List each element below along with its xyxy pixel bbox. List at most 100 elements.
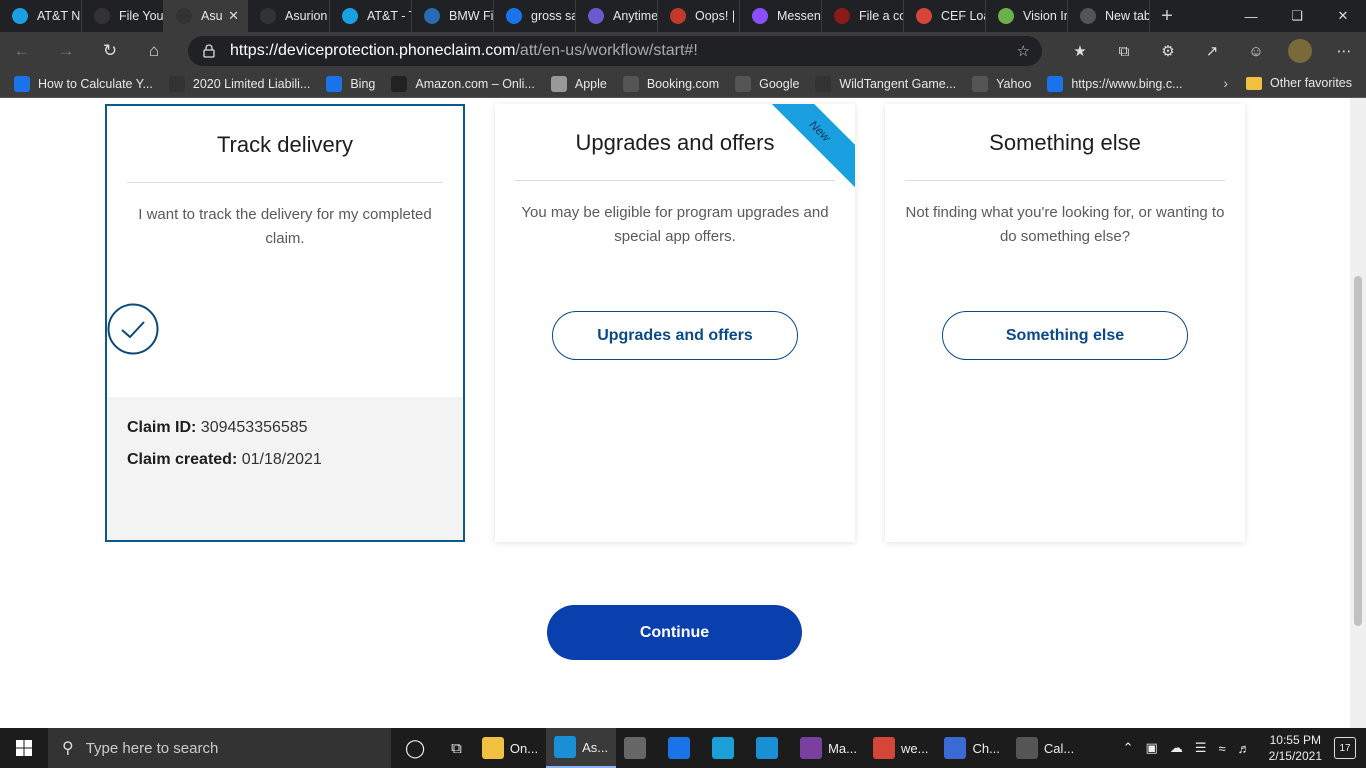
- folder-icon: [1246, 76, 1263, 90]
- network-icon[interactable]: ☰: [1195, 740, 1207, 756]
- start-button[interactable]: [0, 728, 48, 768]
- scrollbar-thumb[interactable]: [1354, 276, 1362, 626]
- favorite-item[interactable]: Yahoo: [972, 75, 1031, 92]
- tab-11[interactable]: CEF Loa: [904, 0, 986, 32]
- refresh-icon[interactable]: ↻: [88, 32, 132, 70]
- tab-1[interactable]: File Your: [82, 0, 164, 32]
- favorite-item[interactable]: WildTangent Game...: [815, 75, 956, 92]
- favorite-icon: [14, 75, 30, 92]
- track-delivery-title: Track delivery: [216, 132, 354, 157]
- feedback-icon[interactable]: ☺: [1234, 32, 1278, 70]
- favorite-item[interactable]: Apple: [550, 75, 607, 92]
- lock-icon[interactable]: [202, 44, 216, 58]
- taskbar-app[interactable]: On...: [474, 728, 546, 768]
- something-else-description: Not finding what you're looking for, or …: [905, 204, 1225, 245]
- something-else-card[interactable]: Something else Not finding what you're l…: [885, 104, 1245, 542]
- cloud-icon[interactable]: ☁: [1170, 740, 1183, 756]
- att-icon: [342, 8, 358, 24]
- taskbar-app[interactable]: Cal...: [1008, 728, 1082, 768]
- oops-icon: [670, 8, 686, 24]
- favorite-icon: [972, 75, 989, 92]
- tab-13[interactable]: New tab: [1068, 0, 1150, 32]
- something-else-button[interactable]: Something else: [942, 311, 1188, 360]
- menu-icon[interactable]: ⋯: [1322, 32, 1366, 70]
- maximize-icon[interactable]: ❏: [1274, 0, 1320, 32]
- taskbar-app[interactable]: [616, 728, 660, 768]
- forward-icon[interactable]: →: [44, 32, 88, 70]
- favorite-icon: [168, 75, 185, 92]
- tab-6[interactable]: gross sa: [494, 0, 576, 32]
- favorite-icon: [815, 75, 832, 92]
- asurion-icon: [94, 8, 110, 24]
- tab-close-icon[interactable]: ✕: [228, 8, 239, 24]
- taskbar-app[interactable]: As...: [546, 728, 617, 768]
- upgrades-description: You may be eligible for program upgrades…: [521, 204, 829, 245]
- att-icon: [12, 8, 28, 24]
- tab-7[interactable]: Anytime: [576, 0, 658, 32]
- other-favorites[interactable]: Other favorites: [1246, 76, 1352, 90]
- favorite-item[interactable]: Google: [735, 75, 799, 92]
- wifi-icon[interactable]: ≈: [1218, 741, 1225, 756]
- chevron-right-icon[interactable]: ›: [1223, 75, 1228, 91]
- tab-3[interactable]: Asurion: [248, 0, 330, 32]
- volume-icon[interactable]: ♬: [1238, 741, 1251, 756]
- favorite-item[interactable]: 2020 Limited Liabili...: [168, 75, 310, 92]
- tab-5[interactable]: BMW Fir: [412, 0, 494, 32]
- tab-title: BMW Fir: [449, 9, 493, 23]
- gmail-icon: [916, 8, 932, 24]
- favorite-item[interactable]: Amazon.com – Onli...: [391, 75, 535, 92]
- app-icon: [712, 737, 735, 759]
- track-delivery-card[interactable]: Track delivery I want to track the deliv…: [105, 104, 465, 542]
- system-tray: ⌃ ▣ ☁ ☰ ≈ ♬ 10:55 PM 2/15/2021 17: [1117, 728, 1366, 768]
- taskbar-app[interactable]: we...: [865, 728, 936, 768]
- card-divider: [127, 182, 443, 183]
- tab-12[interactable]: Vision In: [986, 0, 1068, 32]
- tab-8[interactable]: Oops! | I: [658, 0, 740, 32]
- upgrades-button[interactable]: Upgrades and offers: [552, 311, 798, 360]
- bing-icon: [506, 8, 522, 24]
- favorite-label: Bing: [350, 76, 376, 91]
- task-view-icon[interactable]: ⧉: [439, 728, 474, 768]
- taskbar-app[interactable]: [660, 728, 704, 768]
- notification-icon[interactable]: 17: [1334, 737, 1356, 759]
- taskbar-app[interactable]: [704, 728, 748, 768]
- tab-title: Asu: [201, 9, 223, 23]
- favorite-item[interactable]: https://www.bing.c...: [1047, 75, 1183, 92]
- address-bar-row: ← → ↻ ⌂ https://deviceprotection.phonecl…: [0, 32, 1366, 70]
- windows-icon: [16, 740, 32, 756]
- taskbar-app[interactable]: [748, 728, 792, 768]
- home-icon[interactable]: ⌂: [132, 32, 176, 70]
- add-favorite-icon[interactable]: ☆: [1017, 42, 1030, 60]
- favorite-item[interactable]: Booking.com: [622, 75, 719, 92]
- tab-0[interactable]: AT&T N: [0, 0, 82, 32]
- app2-icon: [756, 737, 779, 759]
- favorite-item[interactable]: Bing: [326, 75, 376, 92]
- favorite-icon: [391, 75, 408, 92]
- page-scrollbar[interactable]: [1350, 98, 1366, 728]
- meet-icon[interactable]: ▣: [1146, 740, 1158, 756]
- back-icon[interactable]: ←: [0, 32, 44, 70]
- tab-4[interactable]: AT&T - T: [330, 0, 412, 32]
- taskbar-app[interactable]: Ma...: [792, 728, 865, 768]
- minimize-icon[interactable]: —: [1228, 0, 1274, 32]
- avatar[interactable]: [1288, 39, 1312, 63]
- show-hidden-icon[interactable]: ⌃: [1123, 740, 1134, 756]
- cortana-icon[interactable]: ◯: [391, 728, 439, 768]
- other-favorites-label: Other favorites: [1270, 76, 1352, 90]
- extension-icon[interactable]: ⚙: [1146, 32, 1190, 70]
- upgrades-card[interactable]: New Upgrades and offers You may be eligi…: [495, 104, 855, 542]
- tab-9[interactable]: Messeng: [740, 0, 822, 32]
- share-icon[interactable]: ↗: [1190, 32, 1234, 70]
- taskbar-search[interactable]: ⚲ Type here to search: [48, 728, 391, 768]
- tab-10[interactable]: File a co: [822, 0, 904, 32]
- continue-button[interactable]: Continue: [547, 605, 802, 660]
- url-input[interactable]: https://deviceprotection.phoneclaim.com /…: [188, 36, 1042, 66]
- tab-2[interactable]: Asu ✕: [164, 0, 248, 32]
- close-icon[interactable]: ✕: [1320, 0, 1366, 32]
- new-tab-icon[interactable]: +: [1150, 0, 1184, 32]
- taskbar-app[interactable]: Ch...: [936, 728, 1007, 768]
- favorites-icon[interactable]: ★: [1058, 32, 1102, 70]
- favorite-item[interactable]: How to Calculate Y...: [14, 75, 153, 92]
- collections-icon[interactable]: ⧉: [1102, 32, 1146, 70]
- clock[interactable]: 10:55 PM 2/15/2021: [1269, 732, 1322, 764]
